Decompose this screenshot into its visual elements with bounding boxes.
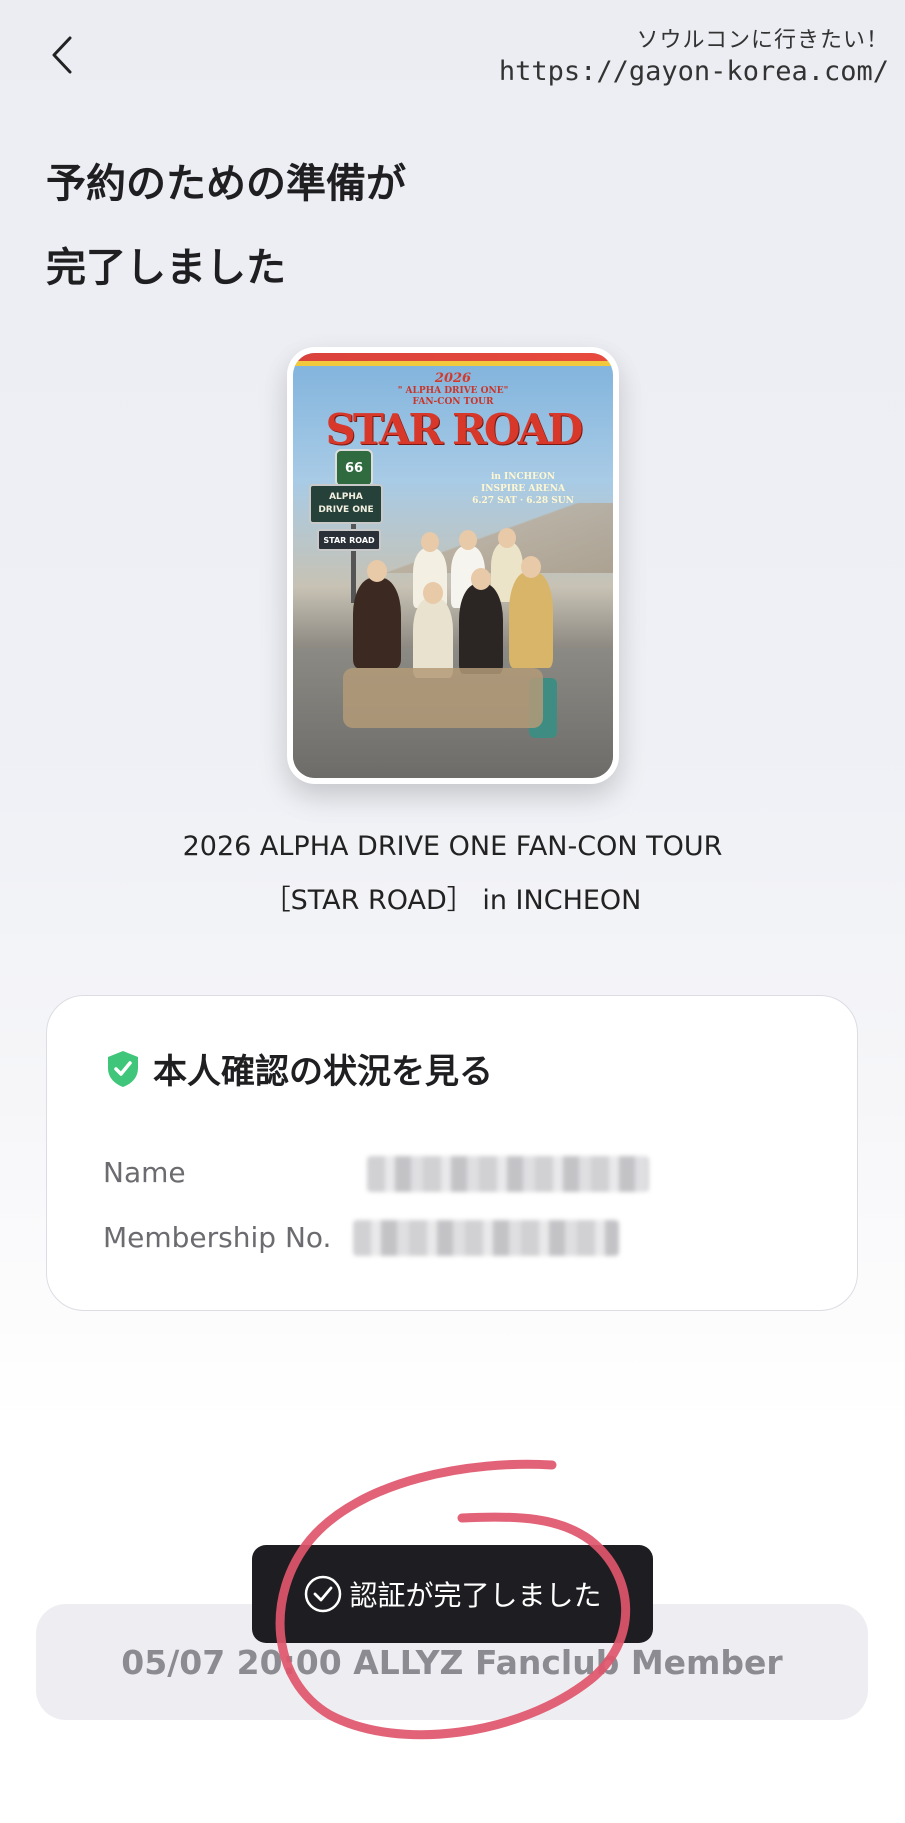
identity-card-title: 本人確認の状況を見る bbox=[153, 1052, 493, 1092]
poster-member bbox=[353, 578, 401, 668]
chevron-left-icon bbox=[52, 36, 72, 74]
poster-venue-line3: 6.27 SAT · 6.28 SUN bbox=[472, 496, 574, 506]
poster-stripe-yellow bbox=[293, 361, 613, 366]
poster-stripe bbox=[293, 353, 613, 361]
watermark-url: https://gayon-korea.com/ bbox=[498, 56, 889, 87]
poster-image: 2026 " ALPHA DRIVE ONE" FAN-CON TOUR STA… bbox=[293, 353, 613, 778]
poster-member-head bbox=[521, 556, 541, 578]
membership-label: Membership No. bbox=[103, 1221, 332, 1254]
poster-venue: in INCHEON INSPIRE ARENA 6.27 SAT · 6.28… bbox=[443, 471, 603, 507]
poster-member-head bbox=[421, 532, 439, 552]
poster-road-sign-line2: DRIVE ONE bbox=[318, 505, 374, 515]
poster-member bbox=[459, 584, 503, 674]
fanclub-member-button-label: 05/07 20:00 ALLYZ Fanclub Member bbox=[121, 1642, 783, 1682]
verification-toast: 認証が完了しました bbox=[252, 1545, 653, 1643]
poster-subtitle-line1: " ALPHA DRIVE ONE" bbox=[397, 386, 509, 396]
event-title-line2: ［STAR ROAD］ in INCHEON bbox=[263, 885, 642, 916]
page-title: 予約のための準備が 完了しました bbox=[46, 142, 406, 310]
name-label: Name bbox=[103, 1156, 186, 1189]
name-value-redacted bbox=[367, 1156, 649, 1192]
poster-member-legs bbox=[343, 668, 543, 728]
watermark: ソウルコンに行きたい！ https://gayon-korea.com/ bbox=[499, 22, 889, 87]
poster-member-head bbox=[459, 530, 477, 550]
back-button[interactable] bbox=[40, 30, 84, 80]
event-title: 2026 ALPHA DRIVE ONE FAN-CON TOUR ［STAR … bbox=[0, 820, 905, 928]
poster-member-head bbox=[423, 582, 443, 604]
identity-status-card[interactable]: 本人確認の状況を見る Name Membership No. bbox=[46, 995, 858, 1311]
poster-member-head bbox=[498, 528, 516, 548]
check-circle-icon bbox=[303, 1574, 343, 1614]
poster-title: STAR ROAD bbox=[325, 405, 584, 454]
page-title-line2: 完了しました bbox=[46, 245, 286, 291]
poster-member bbox=[413, 598, 453, 678]
poster-road-sign: ALPHA DRIVE ONE bbox=[309, 484, 383, 524]
poster-member bbox=[509, 572, 553, 668]
poster-venue-line1: in INCHEON bbox=[490, 472, 556, 482]
event-poster: 2026 " ALPHA DRIVE ONE" FAN-CON TOUR STA… bbox=[287, 347, 619, 784]
toast-message: 認証が完了しました bbox=[349, 1579, 602, 1612]
poster-venue-line2: INSPIRE ARENA bbox=[481, 484, 565, 494]
poster-route66-sign: 66 bbox=[335, 449, 373, 487]
poster-group-photo bbox=[333, 528, 583, 758]
poster-member-head bbox=[367, 560, 387, 582]
membership-value-redacted bbox=[353, 1220, 619, 1256]
poster-year: 2026 bbox=[434, 371, 472, 386]
page-title-line1: 予約のための準備が bbox=[46, 161, 406, 207]
event-title-line1: 2026 ALPHA DRIVE ONE FAN-CON TOUR bbox=[182, 831, 723, 862]
poster-road-sign-line1: ALPHA bbox=[329, 492, 363, 502]
watermark-text: ソウルコンに行きたい！ bbox=[636, 28, 889, 53]
identity-card-header: 本人確認の状況を見る bbox=[105, 1044, 493, 1093]
poster-member-head bbox=[471, 568, 491, 590]
shield-check-icon bbox=[108, 1050, 138, 1087]
